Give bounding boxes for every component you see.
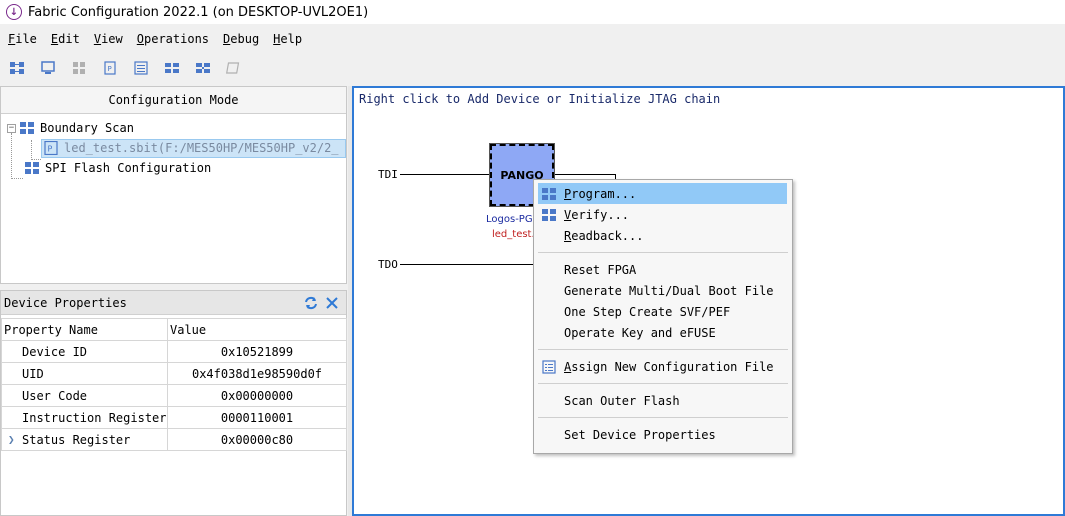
chain-right-icon[interactable] xyxy=(192,57,214,79)
menu-file[interactable]: File xyxy=(8,32,37,46)
menu-help[interactable]: Help xyxy=(273,32,302,46)
chain-wire-out xyxy=(554,174,616,175)
table-row[interactable]: User Code 0x00000000 xyxy=(1,384,347,407)
menu-item-label: Set Device Properties xyxy=(564,427,716,442)
menu-bar: File Edit View Operations Debug Help xyxy=(0,27,1065,51)
properties-table: Property Name Value Device ID 0x10521899… xyxy=(1,318,347,451)
column-header-value[interactable]: Value xyxy=(167,318,347,341)
menu-item-assign-config-file[interactable]: Assign New Configuration File xyxy=(534,356,792,377)
property-value: 0x00000000 xyxy=(167,384,347,407)
property-name: Device ID xyxy=(1,340,168,363)
menu-item-operate-key-efuse[interactable]: Operate Key and eFUSE xyxy=(534,322,792,343)
menu-separator xyxy=(538,349,788,350)
tdo-label: TDO xyxy=(378,258,398,271)
scan-chain-icon xyxy=(20,122,34,134)
menu-item-label: Reset FPGA xyxy=(564,262,637,277)
app-logo-icon: ↓ xyxy=(6,4,22,20)
table-row[interactable]: Instruction Register 0000110001 xyxy=(1,406,347,429)
collapse-icon[interactable]: − xyxy=(7,123,16,133)
device-name: Logos-PG xyxy=(486,214,533,225)
menu-view[interactable]: View xyxy=(94,32,123,46)
configuration-mode-panel: Configuration Mode − Boundary Scan P led… xyxy=(0,86,347,284)
menu-item-generate-boot-file[interactable]: Generate Multi/Dual Boot File xyxy=(534,280,792,301)
menu-item-scan-outer-flash[interactable]: Scan Outer Flash xyxy=(534,390,792,411)
menu-debug[interactable]: Debug xyxy=(223,32,259,46)
tree-item-label: SPI Flash Configuration xyxy=(45,161,212,175)
menu-separator xyxy=(538,383,788,384)
property-name: User Code xyxy=(1,384,168,407)
table-row[interactable]: ❯ Status Register 0x00000c80 xyxy=(1,428,347,451)
tree-item-label: led_test.sbit(F:/MES50HP/MES50HP_v2/2_ xyxy=(64,141,339,155)
tdo-wire xyxy=(400,264,536,265)
menu-item-reset-fpga[interactable]: Reset FPGA xyxy=(534,259,792,280)
property-name: Status Register xyxy=(22,432,131,447)
list-icon xyxy=(542,360,556,374)
device-icon[interactable] xyxy=(37,57,59,79)
scan-chain-icon[interactable] xyxy=(6,57,28,79)
column-header-property[interactable]: Property Name xyxy=(1,318,168,341)
tree-item-label: Boundary Scan xyxy=(40,121,134,135)
menu-item-label: Operate Key and eFUSE xyxy=(564,325,716,340)
property-name: UID xyxy=(1,362,168,385)
tdi-label: TDI xyxy=(378,168,398,181)
config-tree: − Boundary Scan P led_test.sbit(F:/MES50… xyxy=(1,114,346,179)
program-chip-icon[interactable]: P xyxy=(99,57,121,79)
window-title: Fabric Configuration 2022.1 (on DESKTOP-… xyxy=(28,4,369,20)
menu-item-readback[interactable]: Readback... xyxy=(534,225,792,246)
note-icon[interactable] xyxy=(223,57,245,79)
table-row[interactable]: Device ID 0x10521899 xyxy=(1,340,347,363)
device-properties-title: Device Properties xyxy=(4,295,127,310)
tree-item-boundary-scan[interactable]: − Boundary Scan xyxy=(1,118,346,138)
list-icon[interactable] xyxy=(130,57,152,79)
property-value: 0000110001 xyxy=(167,406,347,429)
menu-item-label: Program... xyxy=(564,186,637,201)
program-icon xyxy=(542,188,556,200)
property-value: 0x10521899 xyxy=(167,340,347,363)
device-properties-header: Device Properties xyxy=(1,291,346,315)
menu-item-label: Generate Multi/Dual Boot File xyxy=(564,283,774,298)
refresh-icon[interactable] xyxy=(304,296,318,310)
menu-item-set-device-properties[interactable]: Set Device Properties xyxy=(534,424,792,445)
tree-item-bitfile[interactable]: P led_test.sbit(F:/MES50HP/MES50HP_v2/2_ xyxy=(1,138,346,158)
expand-arrow-icon[interactable]: ❯ xyxy=(8,433,15,446)
table-row[interactable]: UID 0x4f038d1e98590d0f xyxy=(1,362,347,385)
property-value: 0x4f038d1e98590d0f xyxy=(167,362,347,385)
chain-left-icon[interactable] xyxy=(161,57,183,79)
tree-item-spi-flash[interactable]: SPI Flash Configuration xyxy=(1,158,346,178)
svg-text:P: P xyxy=(48,145,53,154)
tdi-wire xyxy=(400,174,490,175)
menu-item-label: Readback... xyxy=(564,228,644,243)
verify-icon xyxy=(542,209,556,221)
grid-icon[interactable] xyxy=(68,57,90,79)
property-name: Instruction Register xyxy=(1,406,168,429)
context-menu: Program... Verify... Readback... Reset F… xyxy=(533,179,793,454)
menu-item-label: Assign New Configuration File xyxy=(564,359,774,374)
title-bar: ↓ Fabric Configuration 2022.1 (on DESKTO… xyxy=(0,0,1065,24)
canvas-hint: Right click to Add Device or Initialize … xyxy=(359,92,721,106)
table-header-row: Property Name Value xyxy=(1,318,347,341)
toolbar: P xyxy=(0,56,1065,80)
menu-item-label: Scan Outer Flash xyxy=(564,393,680,408)
property-value: 0x00000c80 xyxy=(167,428,347,451)
menu-item-create-svf[interactable]: One Step Create SVF/PEF xyxy=(534,301,792,322)
menu-edit[interactable]: Edit xyxy=(51,32,80,46)
device-properties-panel: Device Properties Property Name Value De… xyxy=(0,290,347,516)
bitfile-icon: P xyxy=(44,141,58,155)
spi-flash-icon xyxy=(25,162,39,174)
menu-item-label: Verify... xyxy=(564,207,630,222)
menu-item-label: One Step Create SVF/PEF xyxy=(564,304,731,319)
svg-text:P: P xyxy=(108,65,112,73)
menu-separator xyxy=(538,417,788,418)
menu-item-program[interactable]: Program... xyxy=(538,183,787,204)
menu-separator xyxy=(538,252,788,253)
property-name-expandable: ❯ Status Register xyxy=(1,428,168,451)
menu-operations[interactable]: Operations xyxy=(137,32,209,46)
menu-item-verify[interactable]: Verify... xyxy=(534,204,792,225)
configuration-mode-header: Configuration Mode xyxy=(1,87,346,114)
close-icon[interactable] xyxy=(326,296,338,309)
